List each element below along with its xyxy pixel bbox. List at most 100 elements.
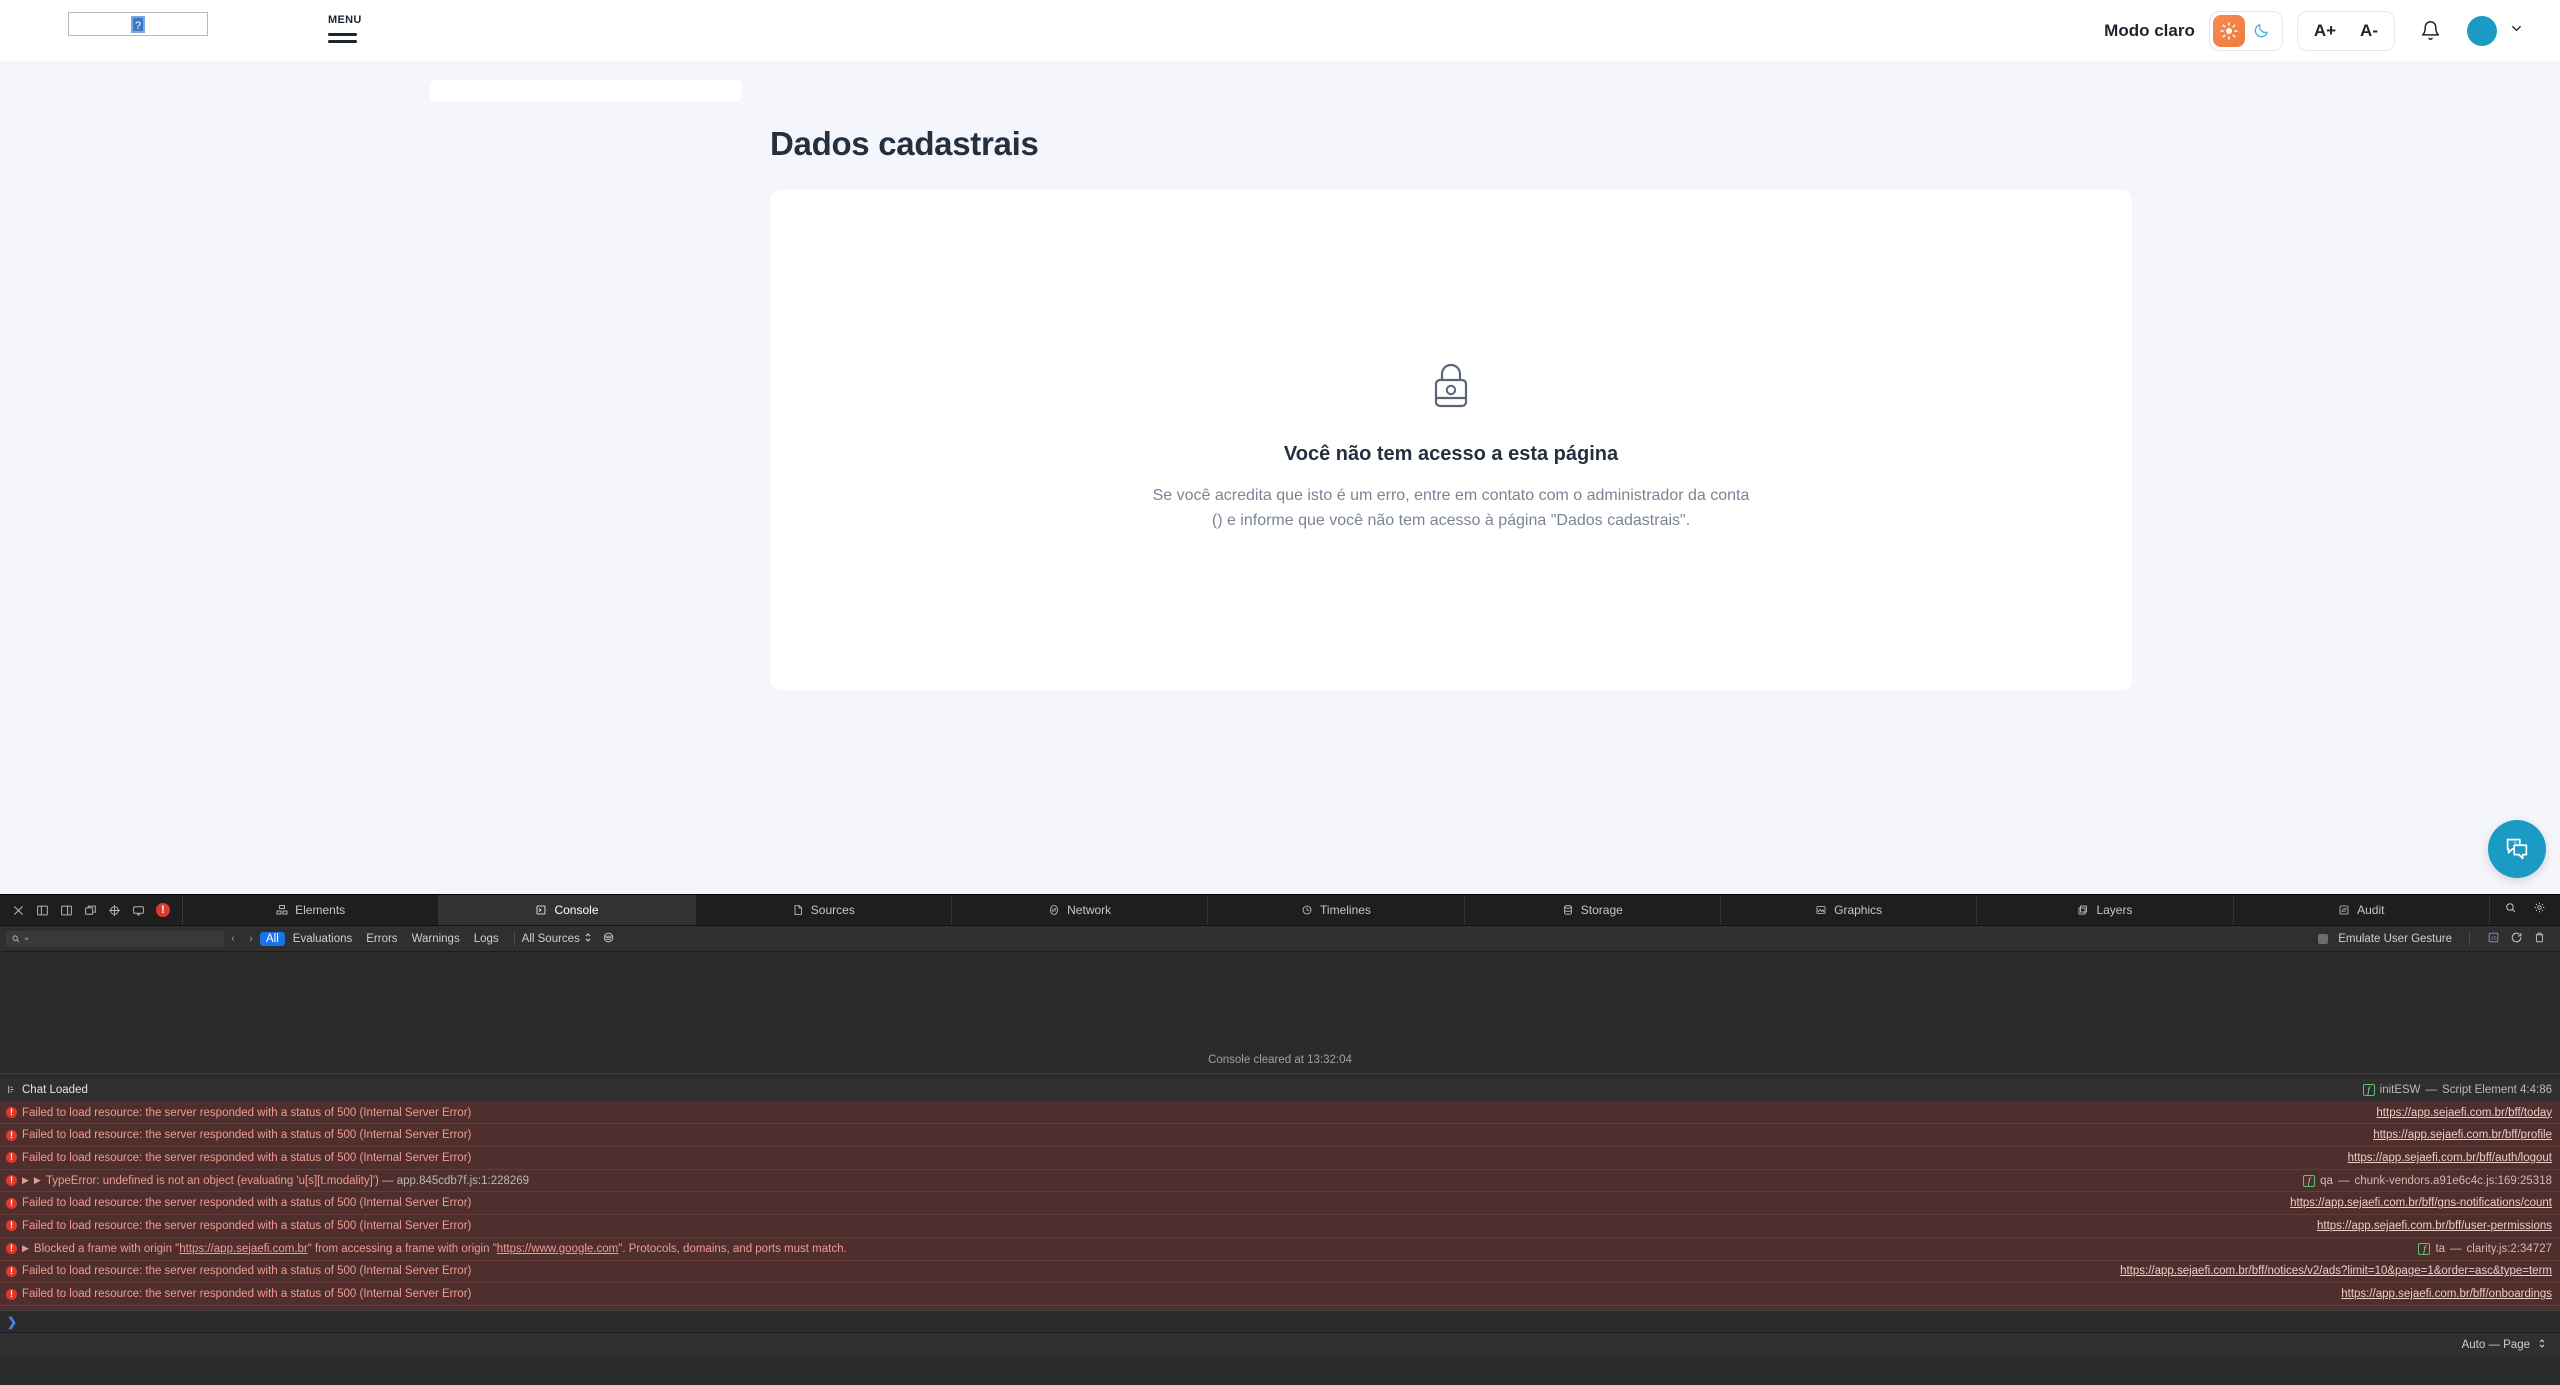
devtools-tail-actions <box>2490 895 2560 925</box>
search-prev-button[interactable]: ‹ <box>224 933 242 945</box>
console-log-row[interactable]: !Failed to load resource: the server res… <box>0 1124 2560 1148</box>
console-log-row[interactable]: !Failed to load resource: the server res… <box>0 1101 2560 1125</box>
console-log-row[interactable]: ! ▶ ▶ TypeError: undefined is not an object… <box>0 1169 2560 1193</box>
log-source-location[interactable]: chunk-vendors.a91e6c4c.js:169:25318 <box>2354 1175 2552 1187</box>
search-icon[interactable] <box>2504 901 2517 919</box>
log-source-link[interactable]: https://app.sejaefi.com.br/bff/user-perm… <box>2317 1220 2552 1232</box>
disclosure-triangle-icon[interactable]: ▶ <box>22 1175 29 1186</box>
tab-label: Sources <box>810 903 855 917</box>
tab-label: Audit <box>2357 903 2385 917</box>
disclosure-triangle-icon[interactable]: ▶ <box>22 1243 29 1254</box>
tab-audit[interactable]: Audit <box>2234 895 2490 925</box>
menu-button[interactable]: MENU <box>328 14 388 47</box>
execution-context-label[interactable]: Auto — Page <box>2462 1339 2530 1351</box>
console-log-row[interactable]: ! ▶ Blocked a frame with origin "https://a… <box>0 1237 2560 1261</box>
context-stepper-icon[interactable] <box>2538 1338 2546 1352</box>
log-source-link[interactable]: https://app.sejaefi.com.br/bff/notices/v… <box>2120 1265 2552 1277</box>
console-statusbar: Auto — Page <box>0 1332 2560 1357</box>
dock-left-icon[interactable] <box>36 904 49 917</box>
chat-help-icon[interactable]: ? <box>2488 820 2546 878</box>
menu-label: MENU <box>328 14 362 26</box>
log-source-location[interactable]: clarity.js:2:34727 <box>2467 1243 2552 1255</box>
log-source-cell: https://app.sejaefi.com.br/bff/profile <box>2355 1129 2552 1141</box>
divider <box>513 931 515 946</box>
console-filter-right: Emulate User Gesture JS <box>2318 931 2554 947</box>
console-log-row[interactable]: !Failed to load resource: the server res… <box>0 1192 2560 1216</box>
console-log-row[interactable]: Chat Loaded f initESW — Script Element 4:4:8… <box>0 1079 2560 1102</box>
divider <box>2469 931 2470 946</box>
log-source-cell: f qa — chunk-vendors.a91e6c4c.js:169:25318 <box>2285 1174 2552 1187</box>
log-source-link[interactable]: https://app.sejaefi.com.br/bff/onboardin… <box>2341 1288 2552 1300</box>
console-search-input[interactable] <box>6 930 224 947</box>
avatar[interactable] <box>2467 15 2497 46</box>
tab-storage[interactable]: Storage <box>1465 895 1721 925</box>
dock-bottom-icon[interactable] <box>60 904 73 917</box>
log-source-location[interactable]: Script Element 4:4:86 <box>2442 1084 2552 1096</box>
tab-sources[interactable]: Sources <box>696 895 952 925</box>
close-icon[interactable] <box>12 904 25 917</box>
devtools-tabs: Elements Console Sources Network Timelin… <box>183 895 2490 925</box>
log-source-link[interactable]: https://app.sejaefi.com.br/bff/today <box>2376 1107 2552 1119</box>
error-icon: ! <box>6 1243 22 1255</box>
dock-detach-icon[interactable] <box>84 904 97 917</box>
sources-select[interactable]: All Sources <box>522 933 580 945</box>
tab-elements[interactable]: Elements <box>183 895 440 925</box>
font-increase-button[interactable]: A+ <box>2302 21 2348 41</box>
tab-graphics[interactable]: Graphics <box>1721 895 1978 925</box>
log-message: Failed to load resource: the server resp… <box>22 1265 472 1278</box>
error-count-badge[interactable]: ! <box>156 903 170 917</box>
tab-console[interactable]: Console <box>439 895 696 925</box>
console-prompt[interactable]: ❯ <box>0 1310 2560 1332</box>
log-source-function[interactable]: initESW <box>2380 1084 2421 1096</box>
js-badge-icon[interactable]: JS <box>2487 931 2500 947</box>
gear-icon[interactable] <box>2533 901 2546 919</box>
console-log-row[interactable]: !Failed to load resource: the server res… <box>0 1260 2560 1284</box>
log-source-function[interactable]: qa <box>2320 1175 2333 1187</box>
chevron-down-icon[interactable] <box>2509 21 2524 41</box>
theme-toggle[interactable] <box>2208 10 2283 51</box>
filter-chip-errors[interactable]: Errors <box>360 932 403 946</box>
font-decrease-button[interactable]: A- <box>2348 21 2390 41</box>
emulate-user-gesture-label: Emulate User Gesture <box>2338 932 2452 945</box>
sun-icon[interactable] <box>2212 14 2245 47</box>
chevron-down-icon <box>24 937 29 941</box>
log-source-link[interactable]: https://app.sejaefi.com.br/bff/gns-notif… <box>2290 1197 2552 1209</box>
filter-chip-warnings[interactable]: Warnings <box>406 932 466 946</box>
error-icon: ! <box>6 1288 22 1300</box>
console-output[interactable]: Console cleared at 13:32:04 Chat Loaded f… <box>0 952 2560 1357</box>
inspect-icon[interactable] <box>108 904 121 917</box>
clock-icon <box>1302 905 1312 915</box>
console-log-row[interactable]: !Failed to load resource: the server res… <box>0 1215 2560 1238</box>
sources-select-stepper-icon[interactable] <box>584 932 592 946</box>
log-source-link[interactable]: https://app.sejaefi.com.br/bff/profile <box>2373 1129 2552 1141</box>
log-source-cell: https://app.sejaefi.com.br/bff/auth/logo… <box>2330 1152 2552 1164</box>
app-header: ? MENU Modo claro A+ A- <box>0 0 2560 61</box>
log-source-link[interactable]: https://app.sejaefi.com.br/bff/auth/logo… <box>2348 1152 2552 1164</box>
emulate-user-gesture-checkbox[interactable] <box>2318 933 2329 944</box>
filter-chip-logs[interactable]: Logs <box>468 932 505 946</box>
trash-icon[interactable] <box>2533 931 2546 947</box>
tab-layers[interactable]: Layers <box>1977 895 2234 925</box>
moon-icon[interactable] <box>2245 15 2279 47</box>
bell-icon[interactable] <box>2417 18 2443 44</box>
tab-timelines[interactable]: Timelines <box>1208 895 1465 925</box>
log-source-function[interactable]: ta <box>2435 1243 2445 1255</box>
log-message: Failed to load resource: the server resp… <box>22 1129 472 1142</box>
console-log-row[interactable]: !Failed to load resource: the server res… <box>0 1147 2560 1170</box>
hamburger-icon <box>328 33 357 43</box>
filter-chip-all[interactable]: All <box>260 931 285 946</box>
group-icon[interactable] <box>602 931 615 947</box>
log-source-dash: — <box>2337 1174 2350 1187</box>
tab-network[interactable]: Network <box>952 895 1209 925</box>
header-search-box[interactable]: ? <box>68 12 208 36</box>
console-icon <box>537 905 546 915</box>
filter-chip-evaluations[interactable]: Evaluations <box>287 932 358 946</box>
disclosure-triangle-icon[interactable]: ▶ <box>34 1175 41 1186</box>
mode-label: Modo claro <box>2104 20 2195 40</box>
device-icon[interactable] <box>132 904 145 917</box>
log-message: Failed to load resource: the server resp… <box>22 1151 472 1164</box>
search-next-button[interactable]: › <box>242 933 260 945</box>
missing-glyph-icon: ? <box>131 15 145 33</box>
console-log-row[interactable]: !Failed to load resource: the server res… <box>0 1283 2560 1306</box>
reload-icon[interactable] <box>2510 931 2523 947</box>
